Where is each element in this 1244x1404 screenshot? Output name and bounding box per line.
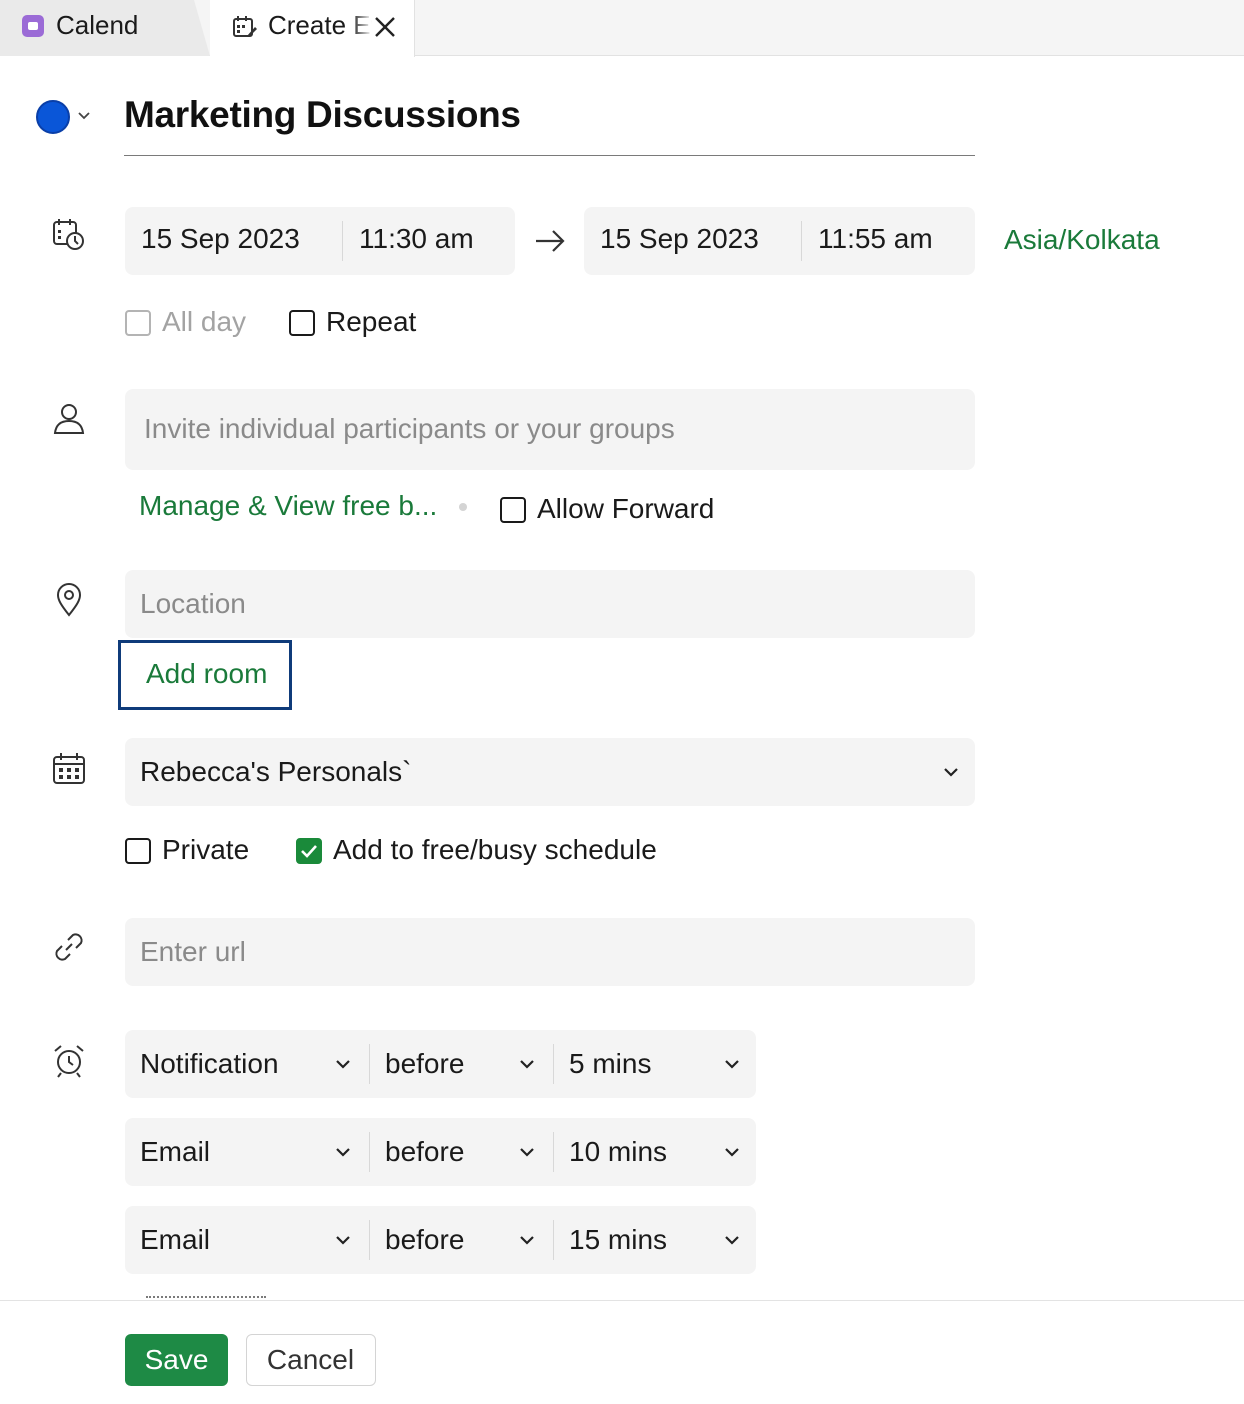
event-color-picker[interactable] (36, 100, 96, 134)
calendar-select[interactable]: Rebecca's Personals` (125, 738, 975, 806)
chevron-down-icon (944, 768, 958, 777)
chevron-down-icon (78, 112, 90, 120)
event-color-swatch (36, 100, 70, 134)
chevron-down-icon (336, 1236, 350, 1245)
repeat-checkbox[interactable] (289, 310, 315, 336)
participants-placeholder: Invite individual participants or your g… (144, 413, 675, 444)
add-room-label: Add room (146, 658, 268, 689)
location-pin-icon (56, 583, 82, 617)
save-button[interactable]: Save (125, 1334, 228, 1386)
reminder-amount-select[interactable]: 5 mins (569, 1048, 651, 1080)
location-input[interactable]: Location (125, 570, 975, 638)
reminder-when-select[interactable]: before (385, 1136, 464, 1168)
reminder-amount-select[interactable]: 10 mins (569, 1136, 667, 1168)
separator (369, 1132, 370, 1172)
page-title: Marketing Discussions (124, 94, 521, 135)
tab-create-event[interactable]: Create Event (210, 0, 415, 57)
private-checkbox[interactable] (125, 838, 151, 864)
chevron-down-icon (520, 1060, 534, 1069)
location-placeholder: Location (140, 588, 246, 619)
cancel-button[interactable]: Cancel (246, 1334, 376, 1386)
repeat-label: Repeat (326, 306, 417, 337)
title-field[interactable]: Marketing Discussions (124, 92, 975, 156)
allow-forward-checkbox[interactable] (500, 497, 526, 523)
timezone-link[interactable]: Asia/Kolkata (1004, 224, 1160, 256)
url-input[interactable]: Enter url (125, 918, 975, 986)
calendar-edit-icon (233, 16, 257, 37)
participants-input[interactable]: Invite individual participants or your g… (125, 389, 975, 470)
chevron-down-icon (725, 1060, 739, 1069)
start-date[interactable]: 15 Sep 2023 (141, 223, 300, 255)
reminder-row: Email before 15 mins (125, 1206, 756, 1274)
separator-dot (459, 503, 467, 511)
reminder-type-select[interactable]: Email (140, 1136, 210, 1168)
add-free-busy-checkbox[interactable] (296, 838, 322, 864)
start-time[interactable]: 11:30 am (359, 223, 474, 255)
reminder-when-select[interactable]: before (385, 1224, 464, 1256)
close-icon[interactable] (372, 12, 398, 40)
separator (801, 221, 802, 261)
reminder-row: Email before 10 mins (125, 1118, 756, 1186)
separator (553, 1220, 554, 1260)
separator (369, 1220, 370, 1260)
all-day-checkbox[interactable] (125, 310, 151, 336)
chevron-down-icon (336, 1148, 350, 1157)
alarm-clock-icon (54, 1045, 84, 1078)
reminder-amount-select[interactable]: 15 mins (569, 1224, 667, 1256)
save-label: Save (144, 1344, 209, 1375)
add-room-button[interactable]: Add room (118, 640, 292, 710)
arrow-right-icon (536, 230, 565, 252)
cancel-label: Cancel (266, 1344, 355, 1375)
calendar-icon (53, 753, 85, 784)
all-day-label: All day (162, 306, 247, 337)
calendar-clock-icon (53, 219, 84, 250)
url-placeholder: Enter url (140, 936, 246, 967)
private-label: Private (162, 834, 250, 865)
allow-forward-label: Allow Forward (537, 493, 715, 524)
tab-create-event-label: Create Event (268, 10, 372, 40)
end-date[interactable]: 15 Sep 2023 (600, 223, 759, 255)
calendar-select-value: Rebecca's Personals` (140, 756, 412, 787)
footer: Save Cancel (0, 1300, 1244, 1404)
separator (342, 221, 343, 261)
reminder-type-select[interactable]: Notification (140, 1048, 279, 1080)
add-free-busy-label: Add to free/busy schedule (333, 834, 657, 865)
link-icon (55, 933, 83, 961)
separator (553, 1132, 554, 1172)
reminder-row: Notification before 5 mins (125, 1030, 756, 1098)
chevron-down-icon (725, 1148, 739, 1157)
reminder-type-select[interactable]: Email (140, 1224, 210, 1256)
calendar-app-icon (22, 15, 44, 37)
manage-free-busy-link[interactable]: Manage & View free b... (139, 490, 437, 522)
start-datetime-field: 15 Sep 2023 11:30 am (125, 207, 515, 275)
user-icon (53, 404, 85, 434)
chevron-down-icon (520, 1148, 534, 1157)
chevron-down-icon (520, 1236, 534, 1245)
end-time[interactable]: 11:55 am (818, 223, 933, 255)
chevron-down-icon (725, 1236, 739, 1245)
chevron-down-icon (336, 1060, 350, 1069)
separator (553, 1044, 554, 1084)
tab-calendar[interactable]: Calend (0, 0, 210, 56)
tab-calendar-label: Calend (56, 10, 139, 40)
reminder-when-select[interactable]: before (385, 1048, 464, 1080)
checkmark-icon (301, 845, 317, 858)
tab-bar: Calend Create Event (0, 0, 1244, 57)
separator (369, 1044, 370, 1084)
end-datetime-field: 15 Sep 2023 11:55 am (584, 207, 975, 275)
